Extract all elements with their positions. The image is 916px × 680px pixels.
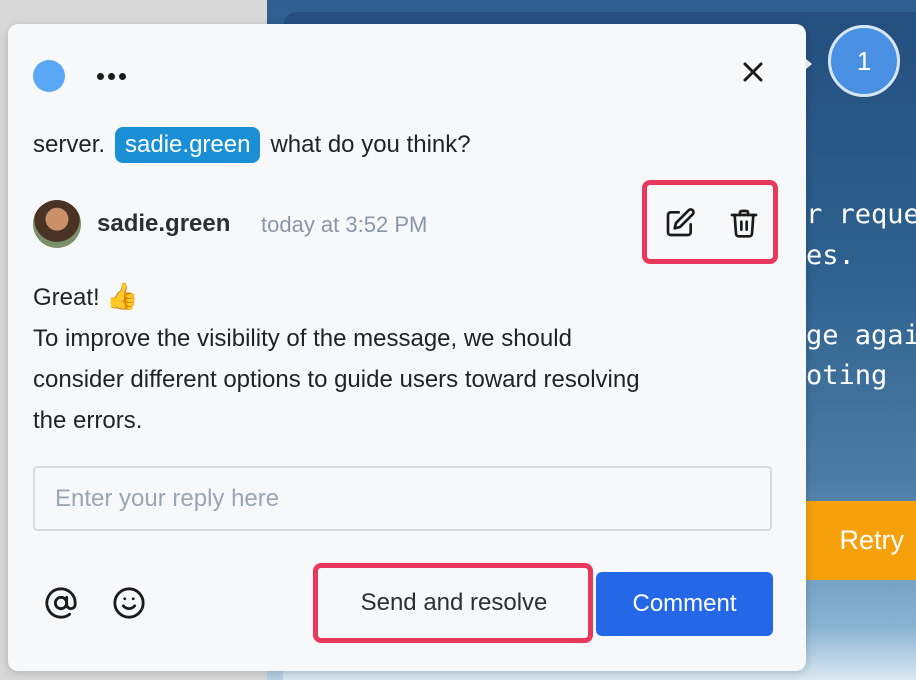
previous-message-suffix: what do you think?: [270, 131, 471, 158]
comment-body: Great! 👍 To improve the visibility of th…: [33, 276, 763, 441]
comment-timestamp: today at 3:52 PM: [261, 212, 428, 237]
previous-message: server. sadie.green what do you think?: [33, 127, 471, 163]
counter-value: 1: [856, 45, 872, 76]
background-text-line: ge agai: [806, 320, 916, 351]
comment-line: Great! 👍: [33, 276, 763, 318]
smiley-icon[interactable]: [112, 586, 146, 620]
status-dot-icon: [33, 60, 65, 92]
comment-counter-badge[interactable]: 1: [828, 25, 900, 97]
retry-label: Retry: [839, 525, 904, 555]
user-mention-chip[interactable]: sadie.green: [115, 127, 261, 163]
reply-input[interactable]: [33, 466, 772, 531]
trash-icon[interactable]: [728, 207, 760, 239]
comment-line: consider different options to guide user…: [33, 366, 640, 393]
thumbs-up-emoji: 👍: [106, 281, 139, 311]
background-text-line: es.: [806, 240, 855, 271]
more-horizontal-icon[interactable]: [97, 66, 133, 86]
background-text-line: oting: [806, 360, 888, 391]
send-and-resolve-button[interactable]: Send and resolve: [327, 577, 581, 629]
comment-popover: server. sadie.green what do you think? s…: [8, 24, 806, 671]
comment-button[interactable]: Comment: [596, 572, 773, 636]
edit-icon[interactable]: [664, 207, 696, 239]
comment-greeting: Great!: [33, 284, 100, 311]
avatar: [33, 200, 81, 248]
comment-line: the errors.: [33, 407, 143, 434]
at-sign-icon[interactable]: [44, 586, 78, 620]
comment-author: sadie.green: [97, 210, 231, 237]
close-icon[interactable]: [738, 57, 768, 87]
retry-button[interactable]: Retry: [790, 501, 916, 580]
background-text-line: r reque: [806, 199, 916, 230]
comment-line: To improve the visibility of the message…: [33, 325, 572, 352]
previous-message-prefix: server.: [33, 131, 106, 158]
